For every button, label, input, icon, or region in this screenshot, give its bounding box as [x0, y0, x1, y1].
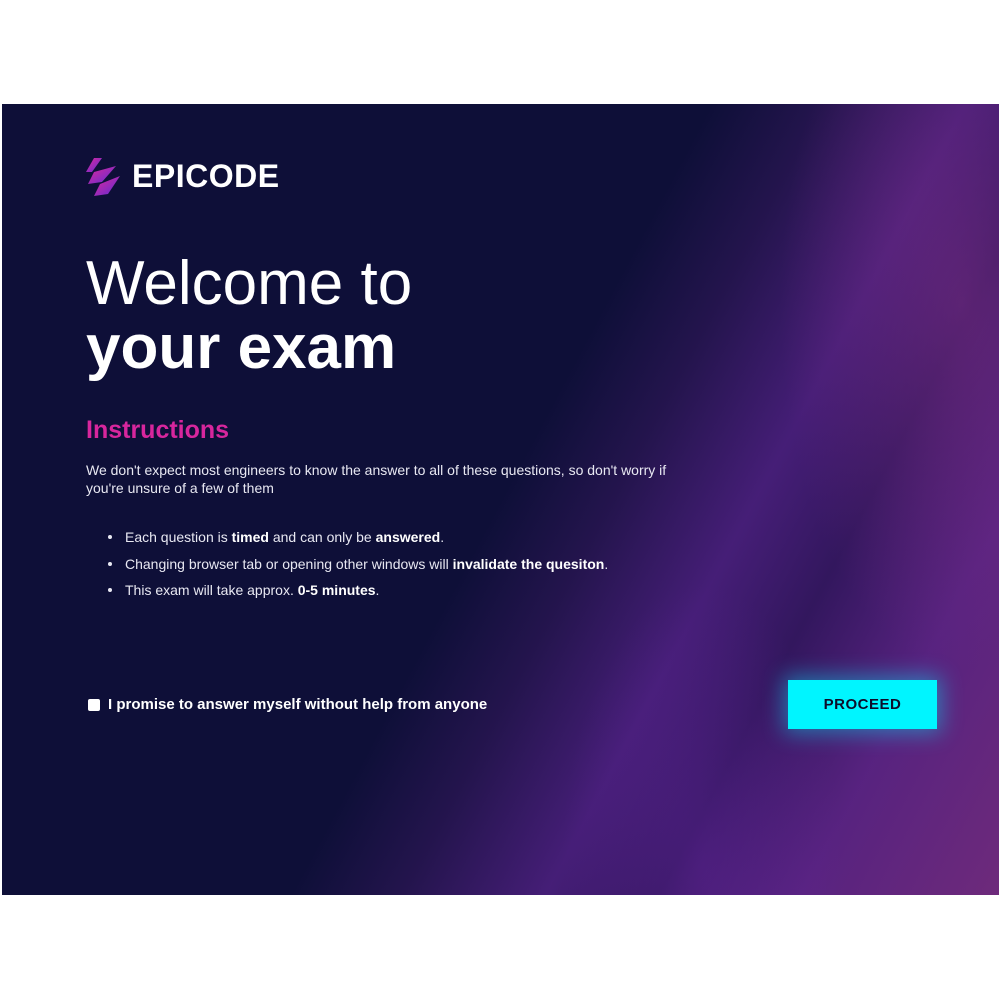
epicode-logo-icon	[86, 158, 120, 196]
list-item: This exam will take approx. 0-5 minutes.	[106, 581, 608, 599]
brand-name: EPICODE	[132, 157, 280, 194]
instructions-heading: Instructions	[86, 416, 230, 444]
page-title: Welcome to your exam	[86, 252, 412, 380]
exam-welcome-panel: EPICODE Welcome to your exam Instruction…	[2, 104, 999, 895]
instructions-list: Each question is timed and can only be a…	[106, 528, 608, 608]
list-item: Each question is timed and can only be a…	[106, 528, 608, 546]
title-line-2: your exam	[86, 313, 397, 382]
promise-checkbox-row[interactable]: I promise to answer myself without help …	[88, 696, 487, 713]
list-item: Changing browser tab or opening other wi…	[106, 555, 608, 573]
title-line-1: Welcome to	[86, 249, 413, 318]
promise-label: I promise to answer myself without help …	[108, 696, 488, 713]
brand-logo: EPICODE	[84, 154, 280, 198]
promise-checkbox[interactable]	[88, 698, 100, 711]
instructions-intro: We don't expect most engineers to know t…	[86, 462, 667, 496]
proceed-button[interactable]: PROCEED	[788, 680, 937, 729]
